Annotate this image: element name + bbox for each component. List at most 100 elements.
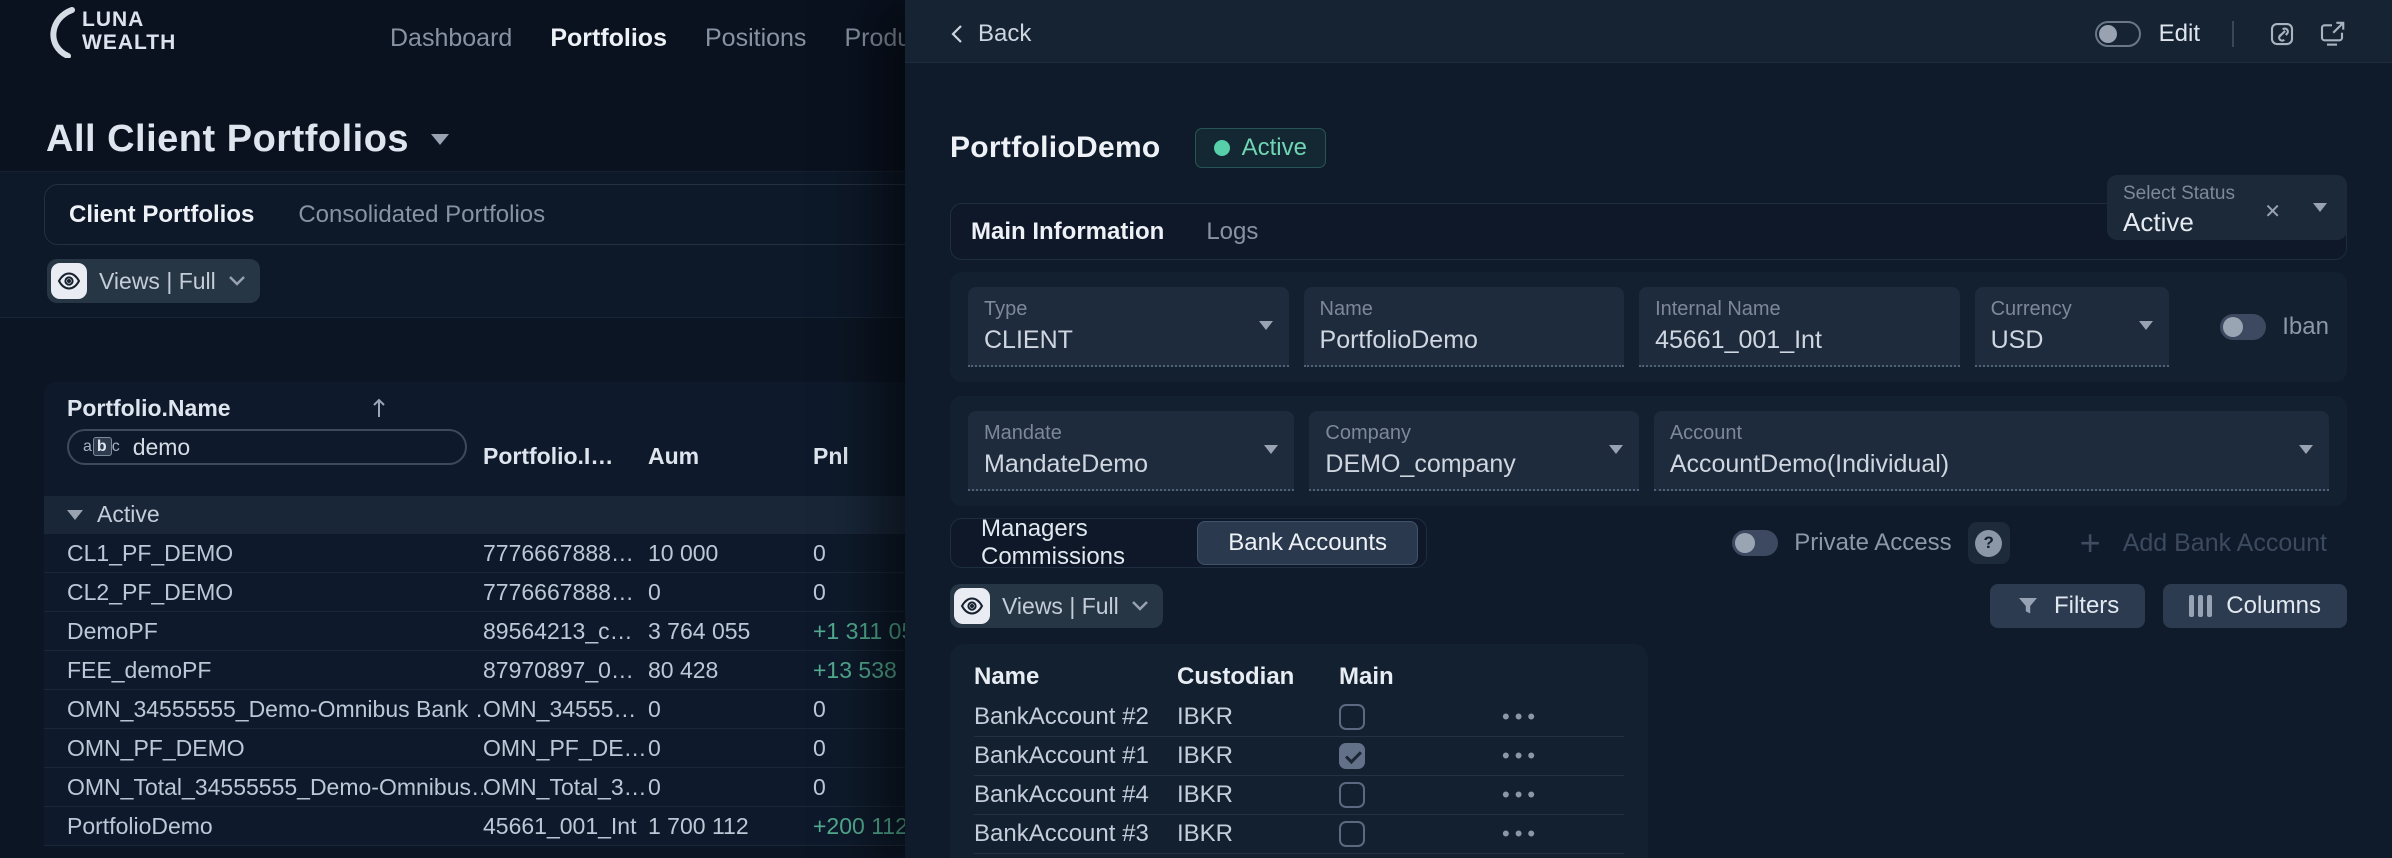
status-select[interactable]: Select Status Active ✕	[2107, 175, 2347, 240]
column-header-portfolio-name[interactable]: Portfolio.Name	[67, 395, 231, 422]
row-actions-icon[interactable]: •••	[1502, 704, 1540, 729]
cell-aum: 0	[648, 774, 813, 801]
edit-toggle[interactable]	[2095, 21, 2141, 47]
table-row[interactable]: DemoPF 89564213_c… 3 764 055 +1 311 053	[44, 612, 924, 651]
header-divider	[2232, 21, 2234, 47]
row-actions-icon[interactable]: •••	[1502, 782, 1540, 807]
name-field[interactable]: Name PortfolioDemo	[1304, 287, 1625, 367]
logo-text: LUNA WEALTH	[82, 9, 176, 53]
main-checkbox[interactable]	[1339, 821, 1365, 847]
cell-portfolio-id: 7776667888…	[483, 579, 648, 606]
open-external-icon[interactable]	[2316, 18, 2348, 50]
column-header-aum[interactable]: Aum	[648, 443, 699, 470]
tab-logs[interactable]: Logs	[1206, 218, 1258, 246]
views-full-button-left[interactable]: Views | Full	[47, 259, 260, 303]
chevron-down-icon	[228, 275, 246, 287]
cell-custodian: IBKR	[1177, 703, 1339, 731]
bank-table-row[interactable]: BankAccount #2 IBKR •••	[974, 698, 1624, 737]
column-header-pnl[interactable]: Pnl	[813, 443, 849, 470]
portfolio-table-header: Portfolio.Name abc Portfolio.I… Aum Pnl	[44, 396, 924, 478]
back-button[interactable]: Back	[950, 20, 1031, 48]
iban-toggle[interactable]	[2220, 314, 2266, 340]
main-checkbox[interactable]	[1339, 782, 1365, 808]
main-checkbox[interactable]	[1339, 743, 1365, 769]
form-row-1: Type CLIENT Name PortfolioDemo Internal …	[950, 272, 2347, 382]
table-row[interactable]: FEE_demoPF 87970897_0… 80 428 +13 538	[44, 651, 924, 690]
filters-button[interactable]: Filters	[1990, 584, 2145, 628]
nav-item-dashboard[interactable]: Dashboard	[390, 24, 512, 53]
table-row[interactable]: OMN_PF_DEMO OMN_PF_DE… 0 0	[44, 729, 924, 768]
page-title: All Client Portfolios	[46, 118, 409, 161]
title-dropdown-caret-icon[interactable]	[431, 134, 449, 145]
tab-client-portfolios[interactable]: Client Portfolios	[69, 201, 254, 229]
bank-column-main[interactable]: Main	[1339, 663, 1502, 691]
private-access-label: Private Access	[1794, 529, 1951, 557]
internal-name-field[interactable]: Internal Name 45661_001_Int	[1639, 287, 1960, 367]
table-row[interactable]: CL2_PF_DEMO 7776667888… 0 0	[44, 573, 924, 612]
mandate-select[interactable]: Mandate MandateDemo	[968, 411, 1294, 491]
name-filter-input[interactable]	[133, 434, 433, 461]
columns-icon	[2189, 595, 2212, 617]
account-label: Account	[1670, 422, 2313, 445]
eye-icon	[954, 588, 990, 624]
type-select[interactable]: Type CLIENT	[968, 287, 1289, 367]
subtabs-row: Managers Commissions Bank Accounts Priva…	[950, 518, 2347, 568]
tab-main-information[interactable]: Main Information	[971, 218, 1164, 246]
panel-body: PortfolioDemo Active Select Status Activ…	[905, 123, 2392, 858]
status-badge-label: Active	[1242, 134, 1307, 162]
nav-item-portfolios[interactable]: Portfolios	[550, 24, 667, 53]
tab-consolidated-portfolios[interactable]: Consolidated Portfolios	[298, 201, 545, 229]
type-label: Type	[984, 298, 1273, 321]
type-value: CLIENT	[984, 326, 1273, 355]
group-row-active[interactable]: Active	[44, 496, 924, 534]
cell-portfolio-id: 45661_001_Int	[483, 813, 648, 840]
sort-ascending-icon[interactable]	[369, 396, 389, 420]
luna-wealth-logo[interactable]: LUNA WEALTH	[42, 6, 262, 58]
cell-bank-name: BankAccount #2	[974, 703, 1177, 731]
bank-table-body: BankAccount #2 IBKR ••• BankAccount #1 I…	[974, 698, 1624, 854]
company-label: Company	[1325, 422, 1622, 445]
status-badge: Active	[1195, 128, 1326, 168]
logo-arc-icon	[42, 6, 76, 58]
portfolio-tabbar: Client Portfolios Consolidated Portfolio…	[44, 184, 1044, 245]
name-filter-input-wrap: abc	[67, 429, 467, 465]
table-row[interactable]: OMN_34555555_Demo-Omnibus Bank … OMN_345…	[44, 690, 924, 729]
toggle-knob	[2223, 317, 2243, 337]
cell-aum: 0	[648, 579, 813, 606]
table-row[interactable]: PortfolioDemo 45661_001_Int 1 700 112 +2…	[44, 807, 924, 846]
status-caret-icon[interactable]	[2313, 203, 2327, 212]
company-select[interactable]: Company DEMO_company	[1309, 411, 1638, 491]
private-access-help-icon[interactable]: ?	[1968, 522, 2010, 564]
views-full-button-panel[interactable]: Views | Full	[950, 584, 1163, 628]
columns-button[interactable]: Columns	[2163, 584, 2347, 628]
chevron-left-icon	[950, 24, 964, 44]
table-row[interactable]: CL1_PF_DEMO 7776667888… 10 000 0	[44, 534, 924, 573]
column-header-portfolio-id[interactable]: Portfolio.I…	[483, 443, 613, 470]
nav-item-positions[interactable]: Positions	[705, 24, 806, 53]
copy-link-icon[interactable]	[2266, 18, 2298, 50]
currency-select[interactable]: Currency USD	[1975, 287, 2170, 367]
tab-managers-commissions[interactable]: Managers Commissions	[981, 515, 1169, 571]
tab-bank-accounts[interactable]: Bank Accounts	[1197, 521, 1418, 565]
bank-table-row[interactable]: BankAccount #1 IBKR •••	[974, 737, 1624, 776]
cell-portfolio-name: OMN_34555555_Demo-Omnibus Bank …	[67, 696, 483, 723]
status-clear-icon[interactable]: ✕	[2264, 199, 2281, 224]
bank-table-row[interactable]: BankAccount #4 IBKR •••	[974, 776, 1624, 815]
table-row[interactable]: OMN_Total_34555555_Demo-Omnibus… OMN_Tot…	[44, 768, 924, 807]
name-label: Name	[1320, 298, 1609, 321]
add-bank-account-button[interactable]: + Add Bank Account	[2080, 525, 2327, 561]
company-value: DEMO_company	[1325, 450, 1622, 479]
row-actions-icon[interactable]: •••	[1502, 743, 1540, 768]
cell-portfolio-id: OMN_PF_DE…	[483, 735, 648, 762]
bank-table-row[interactable]: BankAccount #3 IBKR •••	[974, 815, 1624, 854]
bank-toolbar: Views | Full Filters Columns	[950, 584, 2347, 628]
iban-toggle-label: Iban	[2282, 313, 2329, 341]
bank-column-custodian[interactable]: Custodian	[1177, 663, 1339, 691]
main-checkbox[interactable]	[1339, 704, 1365, 730]
account-select[interactable]: Account AccountDemo(Individual)	[1654, 411, 2329, 491]
bank-accounts-card: Name Custodian Main BankAccount #2 IBKR …	[950, 644, 1648, 858]
row-actions-icon[interactable]: •••	[1502, 821, 1540, 846]
bank-column-name[interactable]: Name	[974, 663, 1177, 691]
private-access-toggle[interactable]	[1732, 530, 1778, 556]
bank-table-header: Name Custodian Main	[974, 656, 1624, 698]
